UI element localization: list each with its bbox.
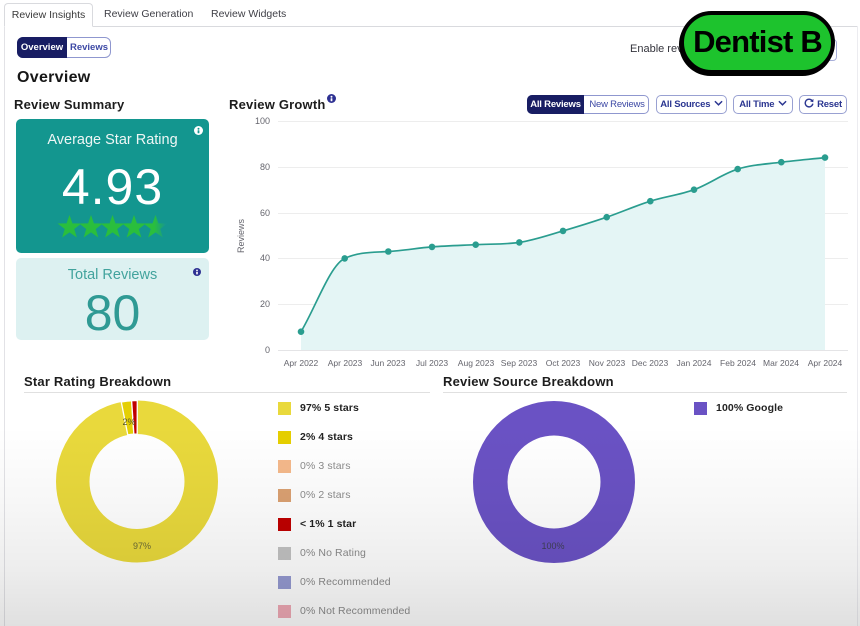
svg-text:100%: 100%	[541, 541, 564, 551]
svg-text:2%: 2%	[122, 417, 135, 427]
svg-text:97%: 97%	[133, 541, 151, 551]
